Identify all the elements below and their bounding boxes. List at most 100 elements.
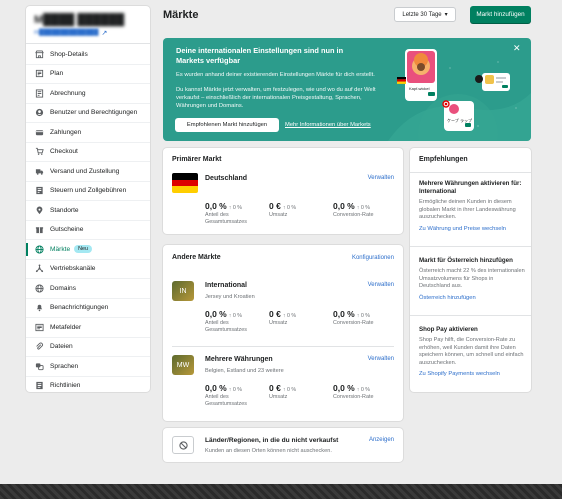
- settings-nav: Shop-Details Plan Abrechnung Benutzer und B…: [26, 44, 150, 392]
- add-market-button[interactable]: Markt hinzufügen: [470, 6, 531, 23]
- manage-primary-market-link[interactable]: Verwalten: [368, 175, 394, 181]
- stat-value: 0,0 %: [333, 383, 355, 393]
- stat-label: Conversion-Rate: [333, 394, 374, 400]
- date-range-label[interactable]: Letzte 30 Tage: [402, 12, 441, 18]
- market-badge: MW: [172, 355, 194, 375]
- sidebar-item-label: Shop-Details: [50, 50, 88, 58]
- stat-conversion: 0,0 % ↑ 0 % Conversion-Rate: [333, 383, 398, 401]
- divider: [410, 315, 531, 316]
- sidebar-item-gutscheine[interactable]: Gutscheine: [26, 221, 150, 240]
- sidebar-item-vertriebskanäle[interactable]: Vertriebskanäle: [26, 260, 150, 279]
- sidebar-item-metafelder[interactable]: Metafelder: [26, 318, 150, 338]
- sidebar-item-label: Gutscheine: [50, 226, 84, 234]
- sidebar-item-label: Steuern und Zollgebühren: [50, 187, 127, 195]
- stat-value: 0,0 %: [205, 201, 227, 211]
- stat-delta: ↑ 0 %: [282, 313, 297, 319]
- sidebar-item-label: Vertriebskanäle: [50, 265, 96, 273]
- bell-icon: [35, 303, 44, 312]
- recommendation-item: Markt für Österreich hinzufügen Österrei…: [419, 257, 525, 301]
- date-range-select[interactable]: Letzte 30 Tage ▾: [394, 7, 456, 22]
- not-selling-card: Länder/Regionen, in die du nicht verkauf…: [163, 428, 403, 462]
- globe-icon: [35, 245, 44, 254]
- currency-settings-link[interactable]: Zu Währung und Preise wechseln: [419, 226, 525, 232]
- stat-share: 0,0 % ↑ 0 % Anteil des Gesamtumsatzes: [205, 309, 265, 334]
- sidebar-item-label: Domains: [50, 284, 77, 292]
- sidebar-item-abrechnung[interactable]: Abrechnung: [26, 84, 150, 104]
- sidebar-item-label: Sprachen: [50, 362, 79, 370]
- stat-value: 0,0 %: [333, 201, 355, 211]
- sidebar-item-label: Versand und Zustellung: [50, 167, 120, 175]
- payments-icon: [35, 128, 44, 137]
- manage-market-link[interactable]: Verwalten: [368, 282, 394, 288]
- sidebar-item-benachrichtigungen[interactable]: Benachrichtigungen: [26, 299, 150, 318]
- markets-info-banner: Deine internationalen Einstellungen sind…: [163, 38, 531, 141]
- divider: [172, 346, 394, 347]
- user-icon: [35, 108, 44, 117]
- sidebar-item-märkte[interactable]: Märkte Neu: [26, 240, 150, 260]
- banner-title: Deine internationalen Einstellungen sind…: [176, 46, 344, 65]
- manage-market-link[interactable]: Verwalten: [368, 356, 394, 362]
- stat-value: 0,0 %: [205, 309, 227, 319]
- primary-market-heading: Primärer Markt: [172, 156, 222, 163]
- stat-label: Umsatz: [269, 394, 288, 400]
- configurations-link[interactable]: Konfigurationen: [352, 255, 394, 261]
- recommendation-body: Ermögliche deinen Kunden in diesem globa…: [419, 199, 516, 221]
- art-label-2: ケープ ラップ: [447, 117, 472, 123]
- market-name: International: [205, 282, 248, 289]
- sidebar-item-label: Plan: [50, 70, 64, 78]
- stat-delta: ↑ 0 %: [282, 387, 297, 393]
- policies-icon: [35, 381, 44, 390]
- blocked-icon: [172, 436, 194, 454]
- sidebar-item-checkout[interactable]: Checkout: [26, 143, 150, 162]
- external-link-icon[interactable]: ↗: [102, 29, 108, 37]
- stat-conversion: 0,0 % ↑ 0 % Conversion-Rate: [333, 201, 398, 219]
- sidebar-item-label: Dateien: [50, 343, 73, 351]
- recommendation-body: Shop Pay hilft, die Conversion-Rate zu e…: [419, 337, 524, 366]
- sidebar-item-shop-details[interactable]: Shop-Details: [26, 45, 150, 65]
- germany-flag-icon: [397, 77, 406, 84]
- sidebar-item-plan[interactable]: Plan: [26, 65, 150, 84]
- stat-share: 0,0 % ↑ 0 % Anteil des Gesamtumsatzes: [205, 383, 265, 408]
- sidebar-item-versand-und-zustellung[interactable]: Versand und Zustellung: [26, 162, 150, 182]
- sidebar-item-zahlungen[interactable]: Zahlungen: [26, 123, 150, 143]
- chevron-down-icon[interactable]: ▾: [445, 11, 448, 18]
- show-not-selling-link[interactable]: Anzeigen: [369, 437, 394, 443]
- markets-info-link[interactable]: Mehr Informationen über Markets: [285, 122, 371, 128]
- page-title: Märkte: [163, 9, 199, 21]
- banner-illustration: Kapf-wickel ケープ ラップ: [388, 49, 531, 141]
- sidebar-item-label: Benutzer und Berechtigungen: [50, 109, 138, 117]
- shopify-payments-link[interactable]: Zu Shopify Payments wechseln: [419, 371, 525, 377]
- sidebar-item-benutzer-und-berechtigungen[interactable]: Benutzer und Berechtigungen: [26, 104, 150, 123]
- other-markets-heading: Andere Märkte: [172, 254, 221, 261]
- stat-delta: ↑ 0 %: [356, 313, 370, 319]
- sidebar-item-steuern-und-zollgebühren[interactable]: Steuern und Zollgebühren: [26, 182, 150, 201]
- store-url-text[interactable]: m██████████████: [34, 30, 99, 36]
- stat-label: Umsatz: [269, 212, 288, 218]
- divider: [410, 172, 531, 173]
- add-recommended-market-button[interactable]: Empfohlenen Markt hinzufügen: [175, 118, 279, 132]
- stat-value: 0 €: [269, 383, 281, 393]
- add-austria-link[interactable]: Österreich hinzufügen: [419, 295, 525, 301]
- banner-text-2: Du kannst Märkte jetzt verwalten, um fes…: [176, 87, 376, 109]
- sidebar-item-domains[interactable]: Domains: [26, 279, 150, 299]
- sidebar-item-sprachen[interactable]: Sprachen: [26, 357, 150, 377]
- sidebar-item-label: Standorte: [50, 206, 79, 214]
- gift-icon: [35, 225, 44, 234]
- sidebar-item-label: Märkte: [50, 245, 71, 253]
- stat-value: 0 €: [269, 309, 281, 319]
- stat-revenue: 0 € ↑ 0 % Umsatz: [269, 383, 329, 401]
- stat-delta: ↑ 0 %: [282, 205, 297, 211]
- sidebar-item-standorte[interactable]: Standorte: [26, 201, 150, 221]
- sidebar-item-dateien[interactable]: Dateien: [26, 338, 150, 357]
- sidebar-item-richtlinien[interactable]: Richtlinien: [26, 377, 150, 393]
- not-selling-title: Länder/Regionen, in die du nicht verkauf…: [205, 437, 339, 444]
- recommendation-title: Mehrere Währungen aktivieren für: Intern…: [419, 180, 522, 195]
- stat-label: Anteil des Gesamtumsatzes: [205, 212, 247, 225]
- sidebar-item-label: Checkout: [50, 148, 78, 156]
- market-badge: IN: [172, 281, 194, 301]
- divider: [410, 246, 531, 247]
- stat-delta: ↑ 0 %: [228, 387, 242, 393]
- new-badge: Neu: [74, 245, 93, 254]
- store-url-link[interactable]: m██████████████ ↗: [34, 29, 142, 37]
- other-markets-card: Andere Märkte Konfigurationen IN Interna…: [163, 245, 403, 421]
